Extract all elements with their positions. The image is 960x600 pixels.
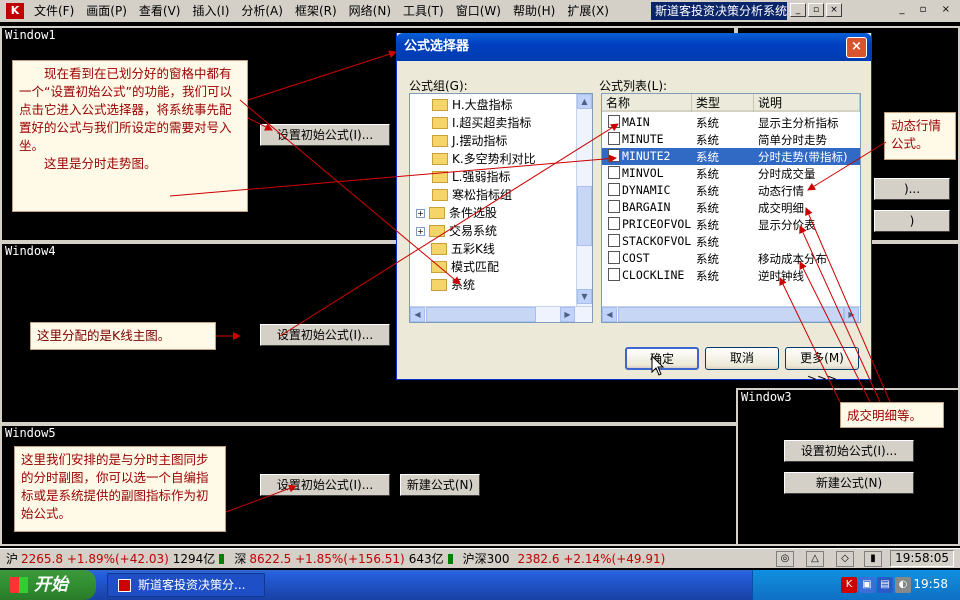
tray-app-icon[interactable]: K — [841, 577, 857, 593]
taskbar: 开始 斯道客投资决策分... ⌨ ? ↖ K ▣ ▤ ◐ 19:58 — [0, 570, 960, 600]
start-button[interactable]: 开始 — [0, 570, 96, 600]
tray-volume-icon[interactable]: ◐ — [895, 577, 911, 593]
sh-index-bar — [219, 553, 225, 564]
system-tray: K ▣ ▤ ◐ 19:58 — [752, 570, 960, 600]
status-bar: 沪 2265.8 +1.89%(+42.03) 1294亿 深 8622.5 +… — [0, 548, 960, 568]
arrow-to-clockline — [779, 277, 841, 403]
sz-index-bar — [447, 553, 453, 564]
hs300-index-value: 2382.6 +2.14%(+49.91) — [517, 551, 666, 566]
taskbar-app-icon — [118, 579, 131, 592]
status-alert-icon[interactable]: △ — [806, 551, 824, 567]
arrow-to-bargain — [805, 207, 891, 403]
tray-monitor-icon[interactable]: ▤ — [877, 577, 893, 593]
arrow-to-main — [279, 123, 619, 337]
sh-index-label: 沪 — [6, 552, 19, 566]
arrow-to-dialog — [247, 50, 397, 101]
sz-index-value: 8622.5 +1.85%(+156.51) — [249, 551, 405, 566]
sh-index-value: 2265.8 +1.89%(+42.03) — [21, 551, 169, 566]
status-clock: 19:58:05 — [890, 550, 954, 567]
sz-index-label: 深 — [234, 552, 247, 566]
sh-index-amount: 1294亿 — [172, 552, 216, 566]
status-database-icon[interactable]: ▮ — [864, 551, 882, 567]
windows-logo-icon — [10, 577, 28, 593]
status-tag-icon[interactable]: ◇ — [836, 551, 854, 567]
status-settings-icon[interactable]: ◎ — [776, 551, 794, 567]
arrow-to-system-folder — [239, 99, 461, 285]
arrow-to-w5-button — [225, 484, 297, 513]
taskbar-clock: 19:58 — [913, 577, 948, 591]
arrow-to-priceofvol — [799, 225, 881, 403]
sz-index-amount: 643亿 — [408, 552, 444, 566]
arrow-to-dynamic — [807, 141, 887, 191]
arrow-to-minute2 — [169, 154, 617, 197]
annotation-arrows — [169, 50, 891, 513]
taskbar-app-button[interactable]: 斯道客投资决策分... — [107, 573, 265, 597]
mouse-cursor-icon — [651, 354, 665, 376]
tray-network-icon[interactable]: ▣ — [859, 577, 875, 593]
hs300-index-label: 沪深300 — [462, 552, 510, 566]
start-label: 开始 — [34, 575, 68, 595]
taskbar-app-label: 斯道客投资决策分... — [138, 578, 246, 592]
